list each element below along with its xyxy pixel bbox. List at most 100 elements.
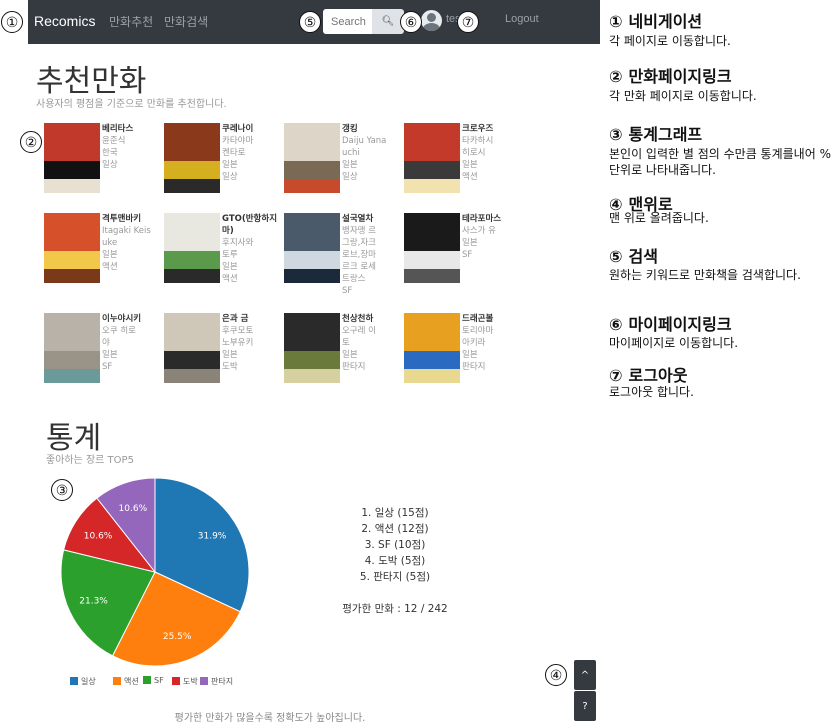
comic-cover-image[interactable] [284,213,340,283]
comic-card[interactable]: 갱킹 Daiju Yana uchi 일본 일상 [284,123,404,218]
annotation-number: ⑥ [609,315,623,334]
comic-meta: 로브,장마 [342,250,376,260]
comic-title[interactable]: 이누야시키 [102,313,164,325]
legend-swatch [70,677,78,685]
annotation-description: 로그아웃 합니다. [609,385,694,399]
comic-card[interactable]: 테라포마스 사스가 유 일본 SF [404,213,524,308]
rated-count: 평가한 만화 : 12 / 242 [342,603,448,615]
comic-card[interactable]: 격투맨바키 Itagaki Keis uke 일본 액션 [44,213,164,308]
help-button[interactable]: ? [574,691,596,721]
comic-meta: 그랑,자크 [342,238,376,248]
comic-meta: 일상 [342,172,358,182]
comic-cover-image[interactable] [404,313,460,383]
comic-title[interactable]: 격투맨바키 [102,213,164,225]
comic-title[interactable]: GTO(반항하지마) [222,213,284,237]
legend-label: 도박 [183,677,198,686]
comic-meta: 윤준식 [102,136,126,146]
comic-card[interactable]: GTO(반항하지마) 후지사와 토루 일본 액션 [164,213,284,308]
comic-meta: 일본 [102,250,118,260]
comic-card[interactable]: 쿠레나이 카타야마 켄타로 일본 일상 [164,123,284,218]
comic-cover-image[interactable] [284,313,340,383]
comic-meta: SF [462,250,473,260]
comic-meta: 야 [102,338,110,348]
comic-meta: 토 [342,338,350,348]
annotation-title: 검색 [628,247,658,266]
comic-cover-image[interactable] [44,123,100,193]
comic-card[interactable]: 설국열차 뱅자맹 르 그랑,자크 로브,장마 르크 로세 트랑스 SF [284,213,404,308]
comic-meta: uke [102,238,118,248]
user-avatar-icon[interactable] [421,10,442,31]
legend-swatch [200,677,208,685]
comic-meta: Itagaki Keis [102,226,151,236]
comic-cover-image[interactable] [44,313,100,383]
annotation-title: 마이페이지링크 [628,315,732,334]
annotation-title: 로그아웃 [628,366,688,385]
comic-meta: 트랑스 [342,274,366,284]
comic-meta: 히로시 [462,148,486,158]
comic-meta: SF [102,362,113,372]
comic-cover-image[interactable] [404,213,460,283]
nav-link-recommend[interactable]: 만화추천 [109,13,153,30]
annotation-number: ⑦ [609,366,623,385]
annotation-description: 마이페이지로 이동합니다. [609,336,739,350]
comic-cover-image[interactable] [44,213,100,283]
annotation-heading: ① 네비게이션 [609,8,702,32]
comic-title[interactable]: 드래곤볼 [462,313,524,325]
logout-link[interactable]: Logout [505,13,539,25]
callout-6: ⑥ [400,11,422,33]
comic-info: 천상천하 오구레 이 토 일본 판타지 [342,313,404,373]
comic-card[interactable]: 이누야시키 오쿠 히로 야 일본 SF [44,313,164,408]
annotation-title: 통계그래프 [628,125,703,144]
comic-info: 이누야시키 오쿠 히로 야 일본 SF [102,313,164,373]
annotation-number: ③ [609,125,623,144]
comic-meta: 후쿠모토 [222,326,254,336]
rank-item: 3. SF (10점) [364,539,426,551]
comic-meta: 후지사와 [222,238,254,248]
annotation-description: 각 만화 페이지로 이동합니다. [609,89,757,103]
comic-cover-image[interactable] [404,123,460,193]
comic-card[interactable]: 천상천하 오구레 이 토 일본 판타지 [284,313,404,408]
comic-meta: 일본 [342,350,358,360]
pie-slice-label: 21.3% [79,596,108,606]
comic-title[interactable]: 설국열차 [342,213,404,225]
annotation-title: 네비게이션 [628,12,703,31]
comic-meta: 일본 [222,350,238,360]
legend-item: SF [143,676,164,685]
callout-5: ⑤ [299,11,321,33]
comic-card[interactable]: 은과 금 후쿠모토 노부유키 일본 도박 [164,313,284,408]
comic-title[interactable]: 갱킹 [342,123,404,135]
comic-title[interactable]: 천상천하 [342,313,404,325]
footer-note: 평가한 만화가 많을수록 정확도가 높아집니다. [174,713,366,724]
nav-link-search[interactable]: 만화검색 [164,13,208,30]
scroll-top-button[interactable]: ^ [574,660,596,690]
brand-link[interactable]: Recomics [34,13,95,29]
annotation-description: 원하는 키워드로 만화책을 검색합니다. [609,268,801,282]
comic-cover-image[interactable] [164,123,220,193]
comic-title[interactable]: 베리타스 [102,123,164,135]
comic-card[interactable]: 베리타스 윤준식 한국 일상 [44,123,164,218]
legend-item: 판타지 [200,676,233,687]
comic-title[interactable]: 쿠레나이 [222,123,284,135]
annotation-description: 각 페이지로 이동합니다. [609,34,731,48]
legend-label: 일상 [81,677,96,686]
comic-meta: 일상 [222,172,238,182]
search-icon: 🔍︎ [381,16,395,27]
comic-title[interactable]: 테라포마스 [462,213,524,225]
comic-info: 격투맨바키 Itagaki Keis uke 일본 액션 [102,213,164,273]
comic-meta: 액션 [222,274,238,284]
rank-item: 2. 액션 (12점) [361,523,429,535]
legend-swatch [113,677,121,685]
comic-cover-image[interactable] [284,123,340,193]
comic-cover-image[interactable] [164,313,220,383]
comic-title[interactable]: 크로우즈 [462,123,524,135]
comic-meta: SF [342,286,353,296]
legend-item: 일상 [70,676,96,687]
comic-card[interactable]: 크로우즈 타카하시 히로시 일본 액션 [404,123,524,218]
pie-slice-label: 25.5% [163,632,192,642]
legend-swatch [143,676,151,684]
comic-meta: 일본 [222,262,238,272]
rank-item: 1. 일상 (15점) [361,507,429,519]
comic-cover-image[interactable] [164,213,220,283]
comic-card[interactable]: 드래곤볼 토리야마 아키라 일본 판타지 [404,313,524,408]
comic-title[interactable]: 은과 금 [222,313,284,325]
